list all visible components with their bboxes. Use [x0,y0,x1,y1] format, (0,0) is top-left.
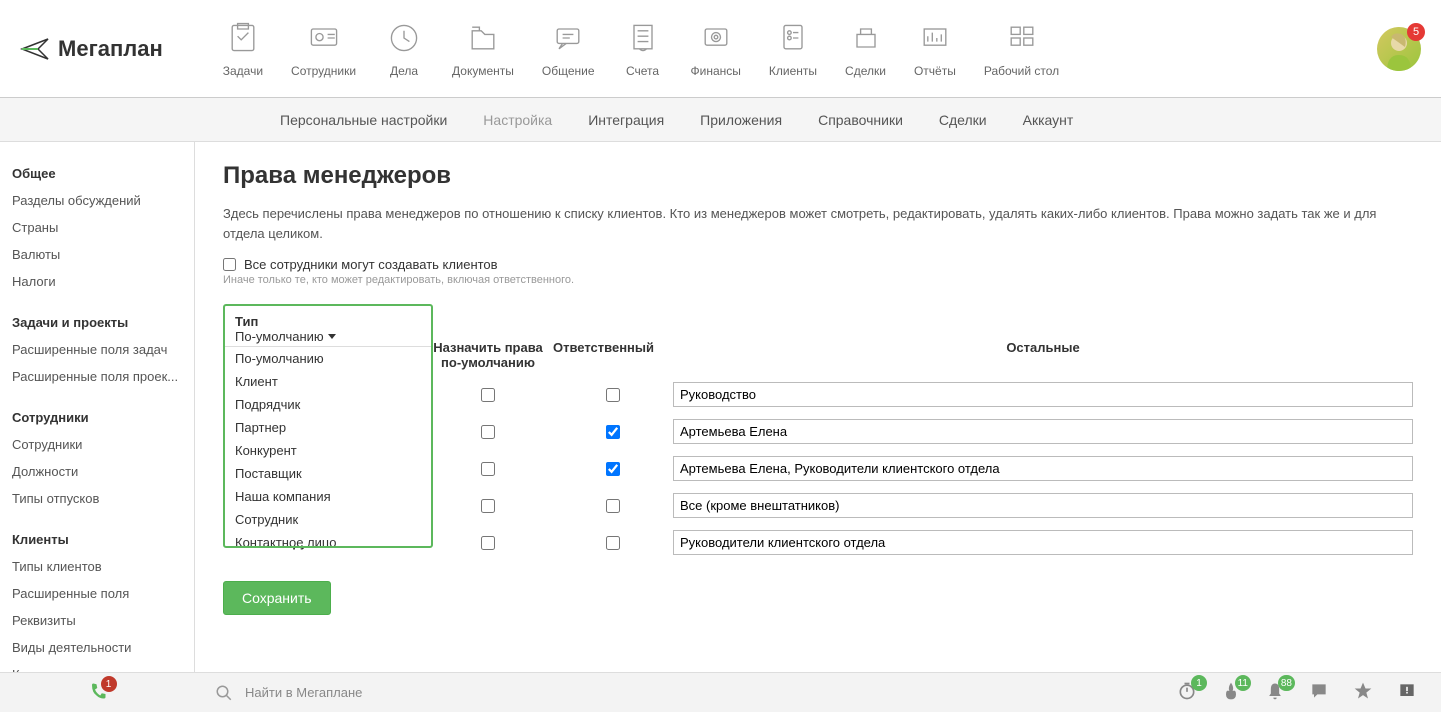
sidebar-group: Задачи и проекты [0,309,194,336]
responsible-checkbox[interactable] [606,499,620,513]
type-option[interactable]: Клиент [225,370,431,393]
page-title: Права менеджеров [223,162,1413,190]
sidebar-item[interactable]: Расширенные поля задач [0,336,194,363]
tab-Интеграция[interactable]: Интеграция [588,112,664,128]
topbar: Мегаплан Задачи Сотрудники Дела Документы Об… [0,0,1441,98]
type-option[interactable]: Конкурент [225,439,431,462]
others-input[interactable] [673,493,1413,518]
star-icon[interactable] [1353,681,1373,704]
sidebar-item[interactable]: Расширенные поля проек... [0,363,194,390]
bottombar: 1 Найти в Мегаплане 1 11 88 [0,672,1441,712]
logo-icon [20,35,52,63]
nav-Сделки[interactable]: Сделки [845,20,886,78]
sidebar-item[interactable]: Сотрудники [0,431,194,458]
nav-Сотрудники[interactable]: Сотрудники [291,20,356,78]
notification-badge: 5 [1407,23,1425,41]
type-option[interactable]: Контактное лицо [225,531,431,546]
tab-Сделки[interactable]: Сделки [939,112,987,128]
default-checkbox[interactable] [481,462,495,476]
search-bar[interactable]: Найти в Мегаплане [195,684,1177,702]
others-input[interactable] [673,382,1413,407]
type-label: Тип [235,314,421,329]
type-option[interactable]: Наша компания [225,485,431,508]
type-selector: Тип По-умолчанию По-умолчаниюКлиентПодря… [223,304,433,548]
nav-Общение[interactable]: Общение [542,20,595,78]
nav-Отчёты[interactable]: Отчёты [914,20,956,78]
all-can-create-label: Все сотрудники могут создавать клиентов [244,257,498,272]
tab-Персональные настройки[interactable]: Персональные настройки [280,112,447,128]
sidebar-item[interactable]: Виды деятельности [0,634,194,661]
type-option[interactable]: Подрядчик [225,393,431,416]
all-can-create-checkbox[interactable] [223,258,236,271]
sidebar-item[interactable]: Разделы обсуждений [0,187,194,214]
others-input[interactable] [673,456,1413,481]
sidebar-item[interactable]: Налоги [0,268,194,295]
sidebar-item[interactable]: Типы отпусков [0,485,194,512]
page-description: Здесь перечислены права менеджеров по от… [223,204,1403,243]
sidebar-item[interactable]: Расширенные поля [0,580,194,607]
search-icon [215,684,233,702]
nav-Дела[interactable]: Дела [384,20,424,78]
default-checkbox[interactable] [481,536,495,550]
col-responsible: Ответственный [553,340,673,370]
sidebar-group: Общее [0,160,194,187]
type-option[interactable]: Партнер [225,416,431,439]
main-nav: Задачи Сотрудники Дела Документы Общение Счет… [223,20,1377,78]
chat-icon[interactable] [1309,681,1329,704]
default-checkbox[interactable] [481,425,495,439]
sidebar-group: Сотрудники [0,404,194,431]
tab-Настройка[interactable]: Настройка [483,112,552,128]
nav-Финансы[interactable]: Финансы [691,20,741,78]
type-option[interactable]: Сотрудник [225,508,431,531]
search-placeholder: Найти в Мегаплане [245,685,362,700]
fire-icon[interactable]: 11 [1221,681,1241,704]
tab-Аккаунт[interactable]: Аккаунт [1023,112,1074,128]
others-input[interactable] [673,419,1413,444]
logo[interactable]: Мегаплан [20,35,163,63]
responsible-checkbox[interactable] [606,536,620,550]
timer-icon[interactable]: 1 [1177,681,1197,704]
sidebar: ОбщееРазделы обсужденийСтраныВалютыНалог… [0,142,195,672]
default-checkbox[interactable] [481,499,495,513]
bell-icon[interactable]: 88 [1265,681,1285,704]
nav-Клиенты[interactable]: Клиенты [769,20,817,78]
sidebar-group: Клиенты [0,526,194,553]
checkbox-hint: Иначе только те, кто может редактировать… [223,274,1413,286]
type-dropdown-toggle[interactable]: По-умолчанию [235,329,421,344]
nav-Задачи[interactable]: Задачи [223,20,263,78]
save-button[interactable]: Сохранить [223,581,331,615]
tab-Приложения[interactable]: Приложения [700,112,782,128]
col-default-rights: Назначить права по-умолчанию [423,340,553,370]
feedback-icon[interactable] [1397,681,1417,704]
nav-Рабочий стол[interactable]: Рабочий стол [984,20,1059,78]
phone-icon[interactable]: 1 [89,682,107,703]
default-checkbox[interactable] [481,388,495,402]
sidebar-item[interactable]: Типы клиентов [0,553,194,580]
sidebar-item[interactable]: Каналы привлечения [0,661,194,672]
type-dropdown-list[interactable]: По-умолчаниюКлиентПодрядчикПартнерКонкур… [225,346,431,546]
sidebar-item[interactable]: Должности [0,458,194,485]
sidebar-item[interactable]: Валюты [0,241,194,268]
type-option[interactable]: Поставщик [225,462,431,485]
sidebar-item[interactable]: Реквизиты [0,607,194,634]
tab-Справочники[interactable]: Справочники [818,112,903,128]
others-input[interactable] [673,530,1413,555]
sidebar-item[interactable]: Страны [0,214,194,241]
responsible-checkbox[interactable] [606,388,620,402]
nav-Документы[interactable]: Документы [452,20,514,78]
nav-Счета[interactable]: Счета [623,20,663,78]
content: Права менеджеров Здесь перечислены права… [195,142,1441,672]
settings-tabs: Персональные настройки Настройка Интеграци… [0,98,1441,142]
col-others: Остальные [673,340,1413,370]
type-option[interactable]: По-умолчанию [225,347,431,370]
responsible-checkbox[interactable] [606,462,620,476]
responsible-checkbox[interactable] [606,425,620,439]
user-avatar[interactable]: 5 [1377,27,1421,71]
